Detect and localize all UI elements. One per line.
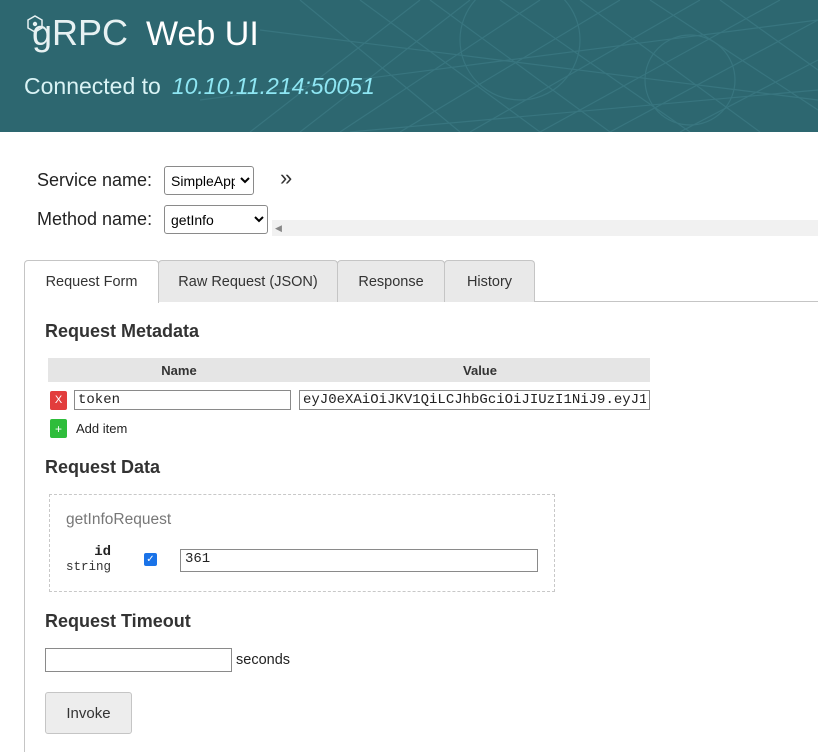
tab-raw-request[interactable]: Raw Request (JSON) (158, 260, 338, 302)
request-message-box: getInfoRequest id string ✓ 361 (49, 494, 555, 592)
request-data-heading: Request Data (45, 457, 161, 477)
field-type: string (66, 560, 112, 574)
logo-text: gRPC (32, 12, 129, 53)
service-select[interactable]: SimpleApp (164, 166, 254, 195)
scroll-left-icon[interactable]: ◀ (275, 223, 282, 234)
timeout-unit: seconds (236, 652, 291, 668)
connection-info: Connected to 10.10.11.214:50051 (24, 73, 375, 100)
metadata-value-input[interactable] (299, 390, 650, 410)
metadata-row: X (50, 390, 650, 410)
add-item-label[interactable]: Add item (76, 421, 127, 436)
field-value-input[interactable]: 361 (180, 549, 538, 572)
metadata-table-header: Name Value (48, 358, 650, 382)
remove-item-button[interactable]: X (50, 390, 67, 410)
method-row: Method name: getInfo (37, 205, 268, 234)
connected-label: Connected to (24, 73, 161, 99)
tab-request-form[interactable]: Request Form (24, 260, 159, 303)
tab-response[interactable]: Response (337, 260, 445, 302)
tab-history[interactable]: History (444, 260, 535, 302)
invoke-button[interactable]: Invoke (45, 692, 132, 734)
brand: gRPC Web UI (26, 12, 259, 54)
horizontal-scrollbar[interactable]: ◀ (272, 220, 818, 236)
metadata-heading: Request Metadata (45, 321, 200, 341)
service-row: Service name: SimpleApp (37, 166, 254, 195)
app-title: Web UI (146, 15, 259, 53)
field-name: id (94, 544, 111, 560)
metadata-name-input[interactable] (74, 390, 291, 410)
name-column-header: Name (161, 362, 197, 378)
timeout-heading: Request Timeout (45, 611, 191, 631)
grpc-logo-icon (27, 15, 43, 33)
timeout-input[interactable] (45, 648, 232, 672)
field-enabled-checkbox[interactable]: ✓ (144, 553, 157, 566)
tab-bar: Request Form Raw Request (JSON) Response… (24, 260, 818, 303)
service-label: Service name: (37, 170, 153, 190)
method-label: Method name: (37, 209, 153, 229)
app-header: gRPC Web UI Connected to 10.10.11.214:50… (0, 0, 818, 132)
server-address: 10.10.11.214:50051 (171, 73, 375, 99)
message-name: getInfoRequest (66, 511, 172, 528)
value-column-header: Value (463, 362, 497, 378)
field-label: id string (66, 544, 111, 574)
add-item-button[interactable]: + (50, 419, 67, 438)
add-item-row: + Add item (50, 419, 127, 438)
expand-icon[interactable]: » (280, 165, 292, 191)
method-select[interactable]: getInfo (164, 205, 268, 234)
